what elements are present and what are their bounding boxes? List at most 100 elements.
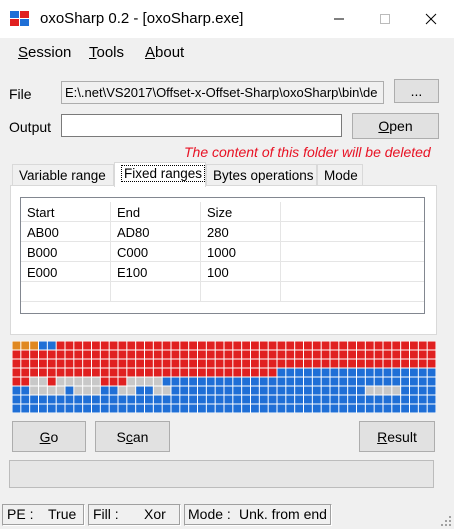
progress-bar <box>9 460 434 488</box>
tab-bytes-operations[interactable]: Bytes operations <box>206 164 317 186</box>
block-cell <box>418 359 427 368</box>
block-cell <box>198 350 206 359</box>
menu-about[interactable]: About <box>145 44 184 61</box>
block-cell <box>365 377 374 386</box>
maximize-icon <box>380 14 390 24</box>
close-button[interactable] <box>408 0 454 38</box>
block-cell <box>92 395 100 404</box>
block-cell <box>118 386 127 395</box>
block-cell <box>83 368 91 377</box>
block-cell <box>171 386 180 395</box>
status-mode-value: Unk. from end <box>239 506 327 522</box>
block-cell <box>401 404 409 413</box>
block-cell <box>92 359 100 368</box>
block-cell <box>65 341 74 350</box>
block-cell <box>277 404 286 413</box>
block-cell <box>30 350 38 359</box>
table-row[interactable]: E000 E100 100 <box>21 262 424 282</box>
block-cell <box>56 350 65 359</box>
block-cell <box>100 359 109 368</box>
block-cell <box>83 377 91 386</box>
block-cell <box>92 368 100 377</box>
block-cell <box>47 404 56 413</box>
resize-grip-icon[interactable] <box>440 515 452 527</box>
cell-size: 100 <box>201 262 281 282</box>
block-cell <box>127 359 136 368</box>
block-cell <box>109 341 118 350</box>
block-cell <box>153 377 162 386</box>
block-cell <box>383 350 392 359</box>
scan-label-pre: S <box>116 428 126 445</box>
block-cell <box>374 350 383 359</box>
block-cell <box>47 359 56 368</box>
block-cell <box>198 368 206 377</box>
block-cell <box>136 341 144 350</box>
cell-size: 280 <box>201 222 281 242</box>
tab-variable-range[interactable]: Variable range <box>12 164 114 186</box>
block-cell <box>365 395 374 404</box>
browse-file-button[interactable]: ... <box>394 79 439 103</box>
menu-tools-label: ools <box>96 44 125 61</box>
open-button[interactable]: Open <box>352 113 439 139</box>
block-cell <box>136 368 144 377</box>
block-cell <box>162 368 171 377</box>
output-field[interactable] <box>61 114 342 137</box>
column-header-start[interactable]: Start <box>21 202 111 222</box>
table-row[interactable]: B000 C000 1000 <box>21 242 424 262</box>
block-cell <box>268 395 277 404</box>
column-header-end[interactable]: End <box>111 202 201 222</box>
block-cell <box>100 377 109 386</box>
block-cell <box>118 377 127 386</box>
block-cell <box>153 404 162 413</box>
menu-session[interactable]: Session <box>18 44 71 61</box>
block-cell <box>339 395 348 404</box>
cell-empty <box>281 262 424 282</box>
block-cell <box>348 368 356 377</box>
maximize-button[interactable] <box>362 0 408 38</box>
menu-tools[interactable]: Tools <box>89 44 124 61</box>
block-cell <box>339 341 348 350</box>
block-cell <box>92 341 100 350</box>
ranges-list[interactable]: Start End Size AB00 AD80 280 B000 C000 1… <box>20 197 425 314</box>
block-cell <box>401 341 409 350</box>
block-cell <box>295 395 303 404</box>
file-path-field[interactable]: E:\.net\VS2017\Offset-x-Offset-Sharp\oxo… <box>61 81 384 104</box>
table-row[interactable]: AB00 AD80 280 <box>21 222 424 242</box>
block-cell <box>215 350 224 359</box>
block-cell <box>39 386 47 395</box>
block-cell <box>427 377 436 386</box>
block-cell <box>109 395 118 404</box>
block-cell <box>251 341 259 350</box>
title-bar: oxoSharp 0.2 - [oxoSharp.exe] <box>0 0 454 38</box>
block-cell <box>330 395 339 404</box>
scan-button[interactable]: Sc an <box>95 421 170 452</box>
block-cell <box>312 350 321 359</box>
open-label: pen <box>389 118 413 134</box>
block-cell <box>189 386 197 395</box>
block-cell <box>83 404 91 413</box>
block-map-canvas <box>12 341 436 413</box>
block-cell <box>74 341 83 350</box>
block-cell <box>198 341 206 350</box>
block-cell <box>251 377 259 386</box>
minimize-button[interactable] <box>316 0 362 38</box>
tab-mode[interactable]: Mode <box>317 164 363 186</box>
block-cell <box>383 341 392 350</box>
block-cell <box>162 359 171 368</box>
block-cell <box>321 404 330 413</box>
block-cell <box>30 395 38 404</box>
column-header-empty <box>281 202 424 222</box>
cell-start: AB00 <box>21 222 111 242</box>
column-header-size[interactable]: Size <box>201 202 281 222</box>
block-cell <box>206 359 215 368</box>
result-button[interactable]: Result <box>359 421 435 452</box>
block-cell <box>206 404 215 413</box>
tab-fixed-ranges[interactable]: Fixed ranges <box>114 162 206 187</box>
go-button[interactable]: Go <box>12 421 86 452</box>
block-cell <box>65 350 74 359</box>
block-cell <box>12 341 21 350</box>
block-map <box>12 341 436 413</box>
block-cell <box>215 368 224 377</box>
scan-label: an <box>132 428 149 445</box>
block-cell <box>127 377 136 386</box>
